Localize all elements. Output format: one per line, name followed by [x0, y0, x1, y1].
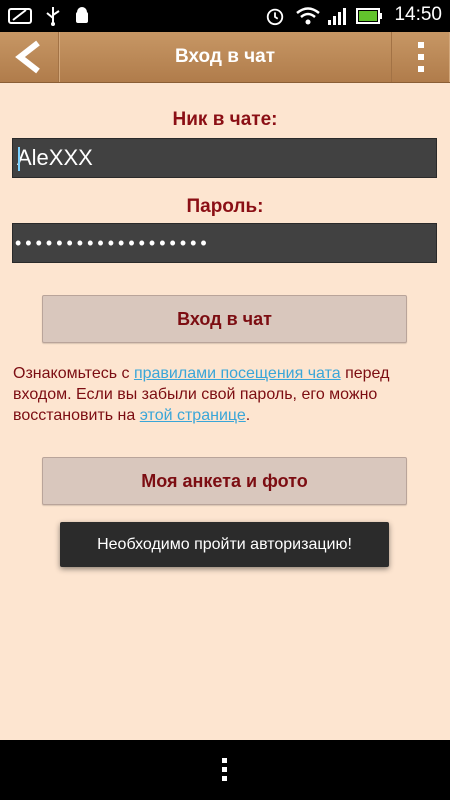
- scribble-icon: [8, 8, 32, 24]
- nick-value: AleXXX: [17, 145, 93, 170]
- navigation-bar: [0, 740, 450, 800]
- action-bar: Вход в чат: [0, 32, 450, 83]
- battery-icon: [356, 8, 382, 24]
- login-form: Ник в чате: AleXXX Пароль: •••••••••••••…: [0, 83, 450, 740]
- text-caret: [18, 147, 20, 171]
- toast-message: Необходимо пройти авторизацию!: [60, 522, 389, 567]
- info-text-part3: .: [245, 407, 251, 424]
- restore-page-link[interactable]: этой странице: [140, 407, 246, 424]
- back-arrow-icon: [15, 40, 40, 74]
- alarm-icon: [266, 8, 284, 26]
- wifi-icon: [296, 7, 320, 25]
- nick-input[interactable]: AleXXX: [12, 138, 437, 178]
- page-title: Вход в чат: [174, 46, 276, 67]
- info-text-part1: Ознакомьтесь с: [13, 365, 134, 382]
- signal-icon: [328, 8, 346, 25]
- rules-link[interactable]: правилами посещения чата: [134, 365, 341, 382]
- profile-button[interactable]: Моя анкета и фото: [42, 457, 407, 505]
- usb-icon: [46, 7, 60, 26]
- status-time: 14:50: [394, 4, 442, 25]
- password-input[interactable]: •••••••••••••••••••: [12, 223, 437, 263]
- password-value: •••••••••••••••••••: [15, 233, 211, 253]
- info-text: Ознакомьтесь с правилами посещения чата …: [13, 363, 441, 426]
- nick-label: Ник в чате:: [172, 109, 278, 130]
- login-button[interactable]: Вход в чат: [42, 295, 407, 343]
- android-debug-icon: [76, 7, 88, 23]
- back-button[interactable]: [0, 32, 59, 82]
- status-bar: 14:50: [0, 0, 450, 32]
- password-label: Пароль:: [186, 196, 264, 217]
- overflow-menu-button[interactable]: [391, 32, 450, 82]
